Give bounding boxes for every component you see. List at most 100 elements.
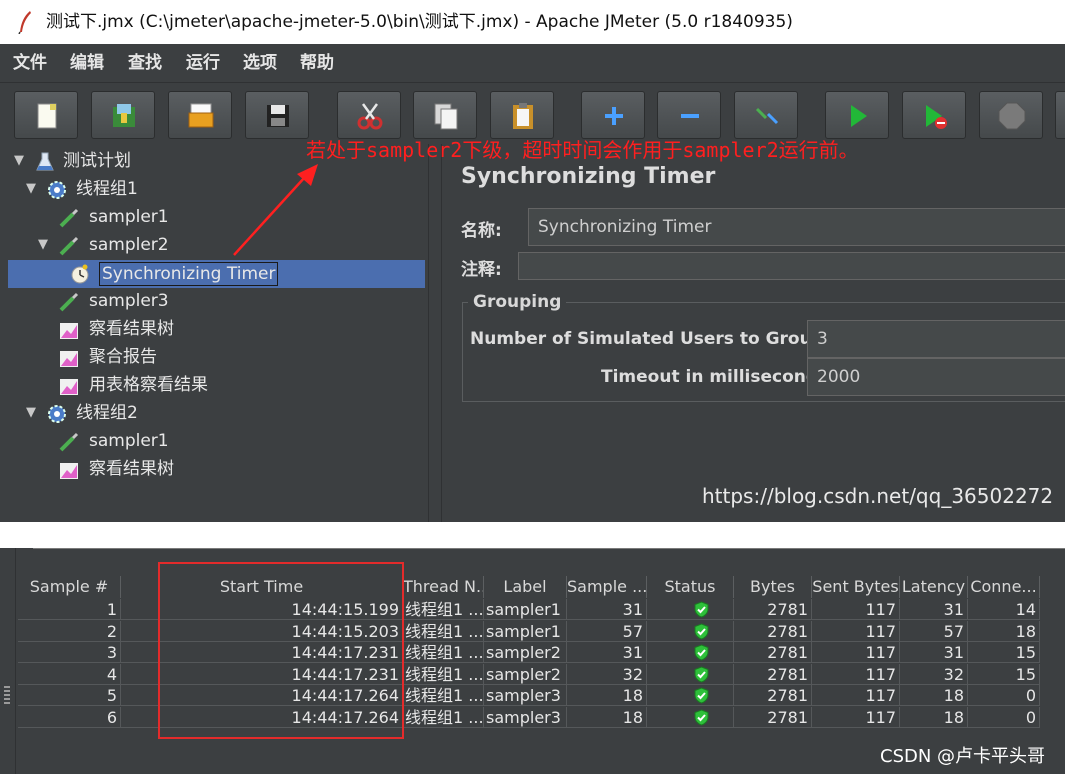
panel-splitter[interactable] [428,144,442,522]
cell-latency: 31 [900,642,968,664]
drag-grip-icon[interactable] [4,686,10,704]
cell-sample-time: 31 [567,642,647,664]
tree-item-thread-group-1[interactable]: ▼ 线程组1 [0,176,420,202]
tree-item-label: sampler2 [89,235,169,255]
save-icon [267,105,289,127]
col-label[interactable]: Label [484,576,567,598]
title-bar: 测试下.jmx (C:\jmeter\apache-jmeter-5.0\bin… [0,0,1065,44]
cell-thread-name: 线程组1 ... [405,599,484,620]
col-status[interactable]: Status [647,576,734,598]
expand-arrow-icon[interactable]: ▼ [38,232,52,258]
cut-button[interactable] [337,91,401,139]
cell-sent-bytes: 117 [812,620,900,642]
cell-latency: 18 [900,685,968,707]
save-button[interactable] [245,91,309,139]
stop-icon [998,102,1026,130]
col-sample-number[interactable]: Sample # [18,576,121,598]
menu-file[interactable]: 文件 [13,44,47,82]
col-sample-time[interactable]: Sample ... [567,576,647,598]
toggle-button[interactable] [734,91,798,139]
cell-bytes: 2781 [734,599,812,620]
new-button[interactable] [14,91,78,139]
stop-button[interactable] [979,91,1043,139]
jmeter-window: 测试下.jmx (C:\jmeter\apache-jmeter-5.0\bin… [0,0,1065,522]
start-button[interactable] [825,91,889,139]
tree-item-label: Synchronizing Timer [99,262,279,286]
open-icon [188,103,214,128]
menu-help[interactable]: 帮助 [300,44,334,82]
tree-item-tg2-sampler1[interactable]: sampler1 [0,428,420,454]
sampler-pipette-icon [59,236,79,256]
expand-arrow-icon[interactable]: ▼ [26,400,40,426]
tree-item-synchronizing-timer[interactable]: Synchronizing Timer [0,260,420,286]
tree-item-view-results-tree[interactable]: 察看结果树 [0,316,420,342]
col-bytes[interactable]: Bytes [734,576,812,598]
flask-icon [36,152,54,171]
tree-item-label: 察看结果树 [89,319,174,339]
cell-bytes: 2781 [734,707,812,728]
success-shield-icon [694,601,709,618]
tree-item-label: sampler3 [89,291,169,311]
toggle-icon [755,107,779,125]
menu-options[interactable]: 选项 [243,44,277,82]
cell-bytes: 2781 [734,685,812,707]
cell-label: sampler1 [484,599,567,620]
tree-item-aggregate-report[interactable]: 聚合报告 [0,344,420,370]
test-plan-tree: ▼ 测试计划 ▼ 线程组1 sampler1 ▼ sampler2 Synchr… [0,144,428,522]
listener-chart-icon [60,351,78,367]
name-input[interactable]: Synchronizing Timer [528,208,1065,246]
open-button[interactable] [168,91,232,139]
cell-latency: 31 [900,599,968,620]
cell-label: sampler2 [484,663,567,685]
blog-url-watermark: https://blog.csdn.net/qq_36502272 [702,484,1054,508]
shutdown-button[interactable] [1055,91,1065,139]
col-latency[interactable]: Latency [900,576,968,598]
expand-icon [605,107,623,125]
tree-item-tg2-view-results-tree[interactable]: 察看结果树 [0,456,420,482]
cell-sample-number: 3 [18,642,121,664]
success-shield-icon [694,709,709,726]
expand-all-button[interactable] [581,91,645,139]
tree-item-label: 聚合报告 [89,347,157,367]
success-shield-icon [694,666,709,683]
cell-connect: 15 [968,663,1040,685]
window-title: 测试下.jmx (C:\jmeter\apache-jmeter-5.0\bin… [46,12,793,32]
cell-status [647,707,734,728]
success-shield-icon [694,623,709,640]
menu-search[interactable]: 查找 [128,44,162,82]
expand-arrow-icon[interactable]: ▼ [14,148,28,174]
menu-edit[interactable]: 编辑 [70,44,104,82]
expand-arrow-icon[interactable]: ▼ [26,176,40,202]
templates-icon [113,104,135,127]
tree-item-sampler3[interactable]: sampler3 [0,288,420,314]
col-thread-name[interactable]: Thread N... [403,576,484,598]
cut-icon [357,103,383,130]
cell-thread-name: 线程组1 ... [405,685,484,707]
comment-input[interactable] [518,252,1065,280]
collapse-icon [681,114,699,118]
cell-latency: 18 [900,707,968,728]
menu-run[interactable]: 运行 [186,44,220,82]
collapse-all-button[interactable] [657,91,721,139]
timer-clock-icon [71,264,89,284]
cell-bytes: 2781 [734,663,812,685]
copy-button[interactable] [413,91,477,139]
menu-bar: 文件 编辑 查找 运行 选项 帮助 [0,44,1065,82]
jmeter-feather-icon [18,11,31,34]
tree-item-sampler2[interactable]: ▼ sampler2 [0,232,420,258]
tree-item-view-results-in-table[interactable]: 用表格察看结果 [0,372,420,398]
tree-item-sampler1[interactable]: sampler1 [0,204,420,230]
csdn-watermark: CSDN @卢卡平头哥 [880,746,1046,767]
col-sent-bytes[interactable]: Sent Bytes [812,576,900,598]
timeout-input[interactable]: 2000 [807,358,1065,396]
cell-sent-bytes: 117 [812,685,900,707]
cell-sent-bytes: 117 [812,663,900,685]
paste-button[interactable] [490,91,554,139]
col-connect[interactable]: Conne... [968,576,1040,598]
cell-sample-time: 32 [567,663,647,685]
users-input[interactable]: 3 [807,320,1065,358]
cell-sample-number: 6 [18,707,121,728]
start-no-pauses-button[interactable] [902,91,966,139]
templates-button[interactable] [91,91,155,139]
tree-item-thread-group-2[interactable]: ▼ 线程组2 [0,400,420,426]
